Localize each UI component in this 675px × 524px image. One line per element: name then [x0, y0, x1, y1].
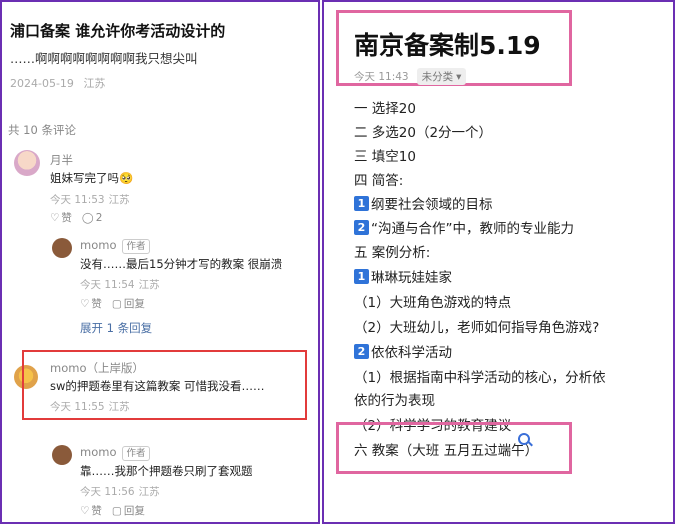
comment-user[interactable]: momo 作者 [80, 445, 150, 461]
comment-actions: ♡ 赞 ▢ 回复 [80, 296, 145, 311]
comment-time: 今天 11:53 江苏 [50, 194, 130, 206]
note-title[interactable]: 南京备案制5.19 [354, 26, 541, 62]
reply-button[interactable]: ▢ 回复 [112, 503, 145, 518]
note-line[interactable]: 一 选择20 [354, 97, 416, 117]
post-location: 江苏 [83, 77, 106, 90]
note-line[interactable]: 依的行为表现 [354, 389, 435, 409]
red-highlight-box [22, 350, 307, 420]
post-body: ……啊啊啊啊啊啊啊啊我只想尖叫 [10, 51, 198, 66]
number-badge: 2 [354, 343, 369, 359]
comment-bubble-icon: ◯ [81, 211, 94, 224]
comment-user[interactable]: momo 作者 [80, 238, 150, 254]
author-tag: 作者 [122, 446, 150, 461]
comment-actions: ♡ 赞 ▢ 回复 [80, 503, 145, 518]
note-line[interactable]: 五 案例分析: [354, 241, 430, 261]
note-line[interactable]: （1）大班角色游戏的特点 [354, 291, 511, 311]
like-button[interactable]: ♡ 赞 [80, 503, 102, 518]
heart-icon: ♡ [80, 297, 90, 310]
like-button[interactable]: ♡ 赞 [80, 296, 102, 311]
note-time: 今天 11:43 [354, 71, 409, 83]
comment-text: 姐妹写完了吗🥺 [50, 171, 134, 185]
category-dropdown[interactable]: 未分类 ▾ [416, 68, 467, 85]
note-panel: 南京备案制5.19 今天 11:43 未分类 ▾ 一 选择20 二 多选20（2分… [322, 0, 675, 524]
note-line[interactable]: 2 “沟通与合作”中，教师的专业能力 [354, 217, 574, 237]
post-date: 2024-05-19 [10, 77, 74, 90]
comments-count: 共 10 条评论 [8, 123, 76, 137]
heart-icon: ♡ [80, 504, 90, 517]
text-cursor-icon [518, 433, 530, 445]
note-line[interactable]: 2 依依科学活动 [354, 341, 452, 361]
avatar[interactable] [52, 238, 72, 258]
comment-time: 今天 11:54 江苏 [80, 279, 160, 291]
number-badge: 1 [354, 268, 369, 284]
comment-bubble-icon: ▢ [111, 504, 122, 517]
note-line[interactable]: 二 多选20（2分一个） [354, 121, 492, 141]
comment-user[interactable]: 月半 [50, 152, 73, 168]
post-title: 浦口备案 谁允许你考活动设计的 [10, 22, 226, 40]
reply-button[interactable]: ▢ 回复 [112, 296, 145, 311]
note-line[interactable]: （2）大班幼儿，老师如何指导角色游戏? [354, 316, 599, 336]
expand-replies-link[interactable]: 展开 1 条回复 [80, 320, 152, 336]
comment-actions: ♡ 赞 ◯ 2 [50, 210, 102, 225]
avatar[interactable] [14, 150, 40, 176]
number-badge: 1 [354, 195, 369, 211]
author-tag: 作者 [122, 239, 150, 254]
pink-highlight-box [336, 422, 572, 474]
comment-text: 没有……最后15分钟才写的教案 很崩溃 [80, 257, 283, 271]
note-line[interactable]: 三 填空10 [354, 145, 416, 165]
post-panel: 浦口备案 谁允许你考活动设计的 ……啊啊啊啊啊啊啊啊我只想尖叫 2024-05-… [0, 0, 320, 524]
heart-icon: ♡ [50, 211, 60, 224]
reply-button[interactable]: ◯ 2 [82, 210, 102, 225]
note-line[interactable]: 1 纲要社会领域的目标 [354, 193, 493, 213]
avatar[interactable] [52, 445, 72, 465]
comment-bubble-icon: ▢ [111, 297, 122, 310]
post-meta: 2024-05-19 江苏 [10, 75, 111, 91]
note-line[interactable]: 1 琳琳玩娃娃家 [354, 266, 452, 286]
note-meta: 今天 11:43 未分类 ▾ [354, 68, 467, 85]
like-button[interactable]: ♡ 赞 [50, 210, 72, 225]
note-line[interactable]: （1）根据指南中科学活动的核心，分析依 [354, 366, 606, 386]
comment-text: 靠……我那个押题卷只刷了套观题 [80, 464, 253, 478]
chevron-down-icon: ▾ [456, 70, 462, 83]
number-badge: 2 [354, 219, 369, 235]
note-line[interactable]: 四 简答: [354, 169, 403, 189]
comment-time: 今天 11:56 江苏 [80, 486, 160, 498]
